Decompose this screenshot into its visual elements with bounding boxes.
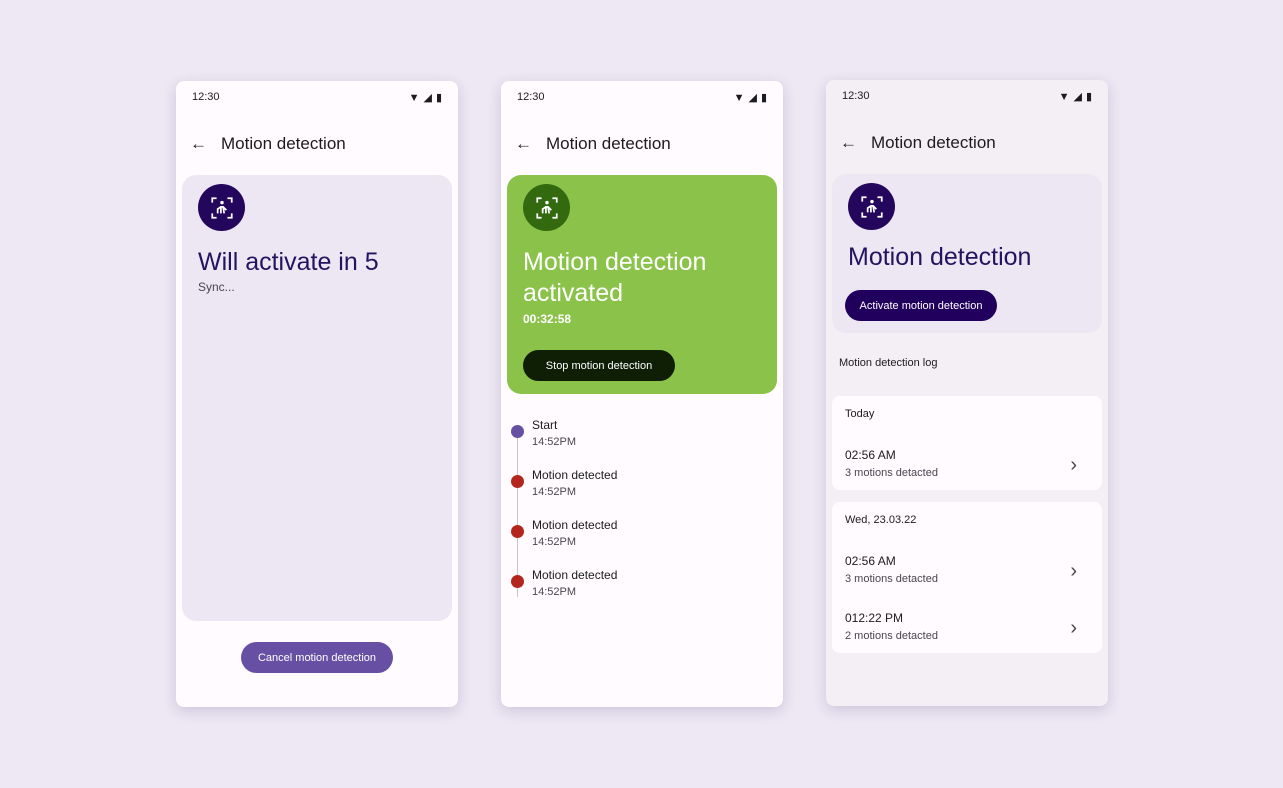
- timeline-item: Motion detected 14:52PM: [510, 515, 617, 565]
- page-title: Motion detection: [871, 133, 996, 152]
- timeline-label: Motion detected: [532, 518, 618, 532]
- status-bar: 12:30 ▼ ◢ ▮: [517, 91, 767, 104]
- log-entry[interactable]: 02:56 AM 3 motions detacted ›: [845, 554, 1089, 594]
- stop-motion-detection-button[interactable]: Stop motion detection: [523, 350, 675, 381]
- wifi-icon: ▼: [733, 91, 745, 104]
- log-group-header: Today: [845, 408, 875, 420]
- log-entry-time: 02:56 AM: [845, 554, 896, 568]
- wifi-icon: ▼: [1058, 90, 1070, 103]
- log-entry-count: 2 motions detacted: [845, 630, 938, 642]
- phone-screen-log: 12:30 ▼ ◢ ▮ ← Motion detection Motion detect…: [826, 80, 1108, 706]
- motion-icon: [848, 183, 895, 230]
- motion-timeline: Start 14:52PM Motion detected 14:52PM Motion…: [510, 415, 617, 615]
- timeline-time: 14:52PM: [532, 486, 577, 498]
- log-group-card: Wed, 23.03.22 02:56 AM 3 motions detacted ›…: [832, 502, 1102, 653]
- motion-icon: [523, 184, 570, 231]
- battery-icon: ▮: [1085, 91, 1092, 103]
- activate-motion-detection-button[interactable]: Activate motion detection: [845, 290, 997, 321]
- status-time: 12:30: [192, 91, 220, 103]
- phone-screen-activated: 12:30 ▼ ◢ ▮ ← Motion detection Motion detect…: [501, 81, 783, 707]
- log-entry-count: 3 motions detacted: [845, 573, 938, 585]
- countdown-title: Will activate in 5: [198, 248, 379, 276]
- log-section-label: Motion detection log: [839, 357, 938, 369]
- log-entry-time: 012:22 PM: [845, 611, 904, 625]
- card-title: Motion detection: [848, 243, 1032, 271]
- timeline-item: Motion detected 14:52PM: [510, 565, 617, 615]
- timeline-dot: [511, 475, 524, 488]
- sync-status: Sync...: [198, 280, 235, 294]
- chevron-right-icon: ›: [1070, 560, 1077, 582]
- status-time: 12:30: [517, 91, 545, 103]
- signal-icon: ◢: [748, 92, 757, 104]
- timeline-label: Motion detected: [532, 468, 618, 482]
- log-group-header: Wed, 23.03.22: [845, 514, 917, 526]
- phone-screen-countdown: 12:30 ▼ ◢ ▮ ← Motion detection Will activate…: [176, 81, 458, 707]
- chevron-right-icon: ›: [1070, 617, 1077, 639]
- activated-title: Motion detection activated: [523, 248, 707, 307]
- log-entry[interactable]: 012:22 PM 2 motions detacted ›: [845, 611, 1089, 651]
- log-entry[interactable]: 02:56 AM 3 motions detacted ›: [845, 448, 1089, 488]
- page-title: Motion detection: [221, 134, 346, 153]
- chevron-right-icon: ›: [1070, 454, 1077, 476]
- signal-icon: ◢: [1073, 91, 1082, 103]
- activated-card: Motion detection activated 00:32:58 Stop…: [507, 175, 777, 394]
- signal-icon: ◢: [423, 92, 432, 104]
- timeline-label: Motion detected: [532, 568, 618, 582]
- timeline-label: Start: [532, 418, 558, 432]
- timeline-time: 14:52PM: [532, 586, 577, 598]
- motion-detection-card: Motion detection Activate motion detecti…: [832, 174, 1102, 333]
- back-arrow-icon[interactable]: ←: [515, 134, 532, 154]
- timeline-item: Motion detected 14:52PM: [510, 465, 617, 515]
- motion-icon: [198, 184, 245, 231]
- page-title: Motion detection: [546, 134, 671, 153]
- elapsed-timer: 00:32:58: [523, 312, 572, 326]
- timeline-dot: [511, 575, 524, 588]
- log-group-card: Today 02:56 AM 3 motions detacted ›: [832, 396, 1102, 490]
- status-time: 12:30: [842, 90, 870, 102]
- timeline-dot: [511, 525, 524, 538]
- wifi-icon: ▼: [408, 91, 420, 104]
- cancel-motion-detection-button[interactable]: Cancel motion detection: [241, 642, 393, 673]
- battery-icon: ▮: [760, 92, 767, 104]
- battery-icon: ▮: [435, 92, 442, 104]
- timeline-dot: [511, 425, 524, 438]
- countdown-card: Will activate in 5 Sync...: [182, 175, 452, 621]
- timeline-time: 14:52PM: [532, 536, 577, 548]
- log-entry-count: 3 motions detacted: [845, 467, 938, 479]
- status-bar: 12:30 ▼ ◢ ▮: [842, 90, 1092, 103]
- timeline-item: Start 14:52PM: [510, 415, 617, 465]
- status-bar: 12:30 ▼ ◢ ▮: [192, 91, 442, 104]
- timeline-time: 14:52PM: [532, 436, 577, 448]
- log-entry-time: 02:56 AM: [845, 448, 896, 462]
- back-arrow-icon[interactable]: ←: [840, 133, 857, 153]
- back-arrow-icon[interactable]: ←: [190, 134, 207, 154]
